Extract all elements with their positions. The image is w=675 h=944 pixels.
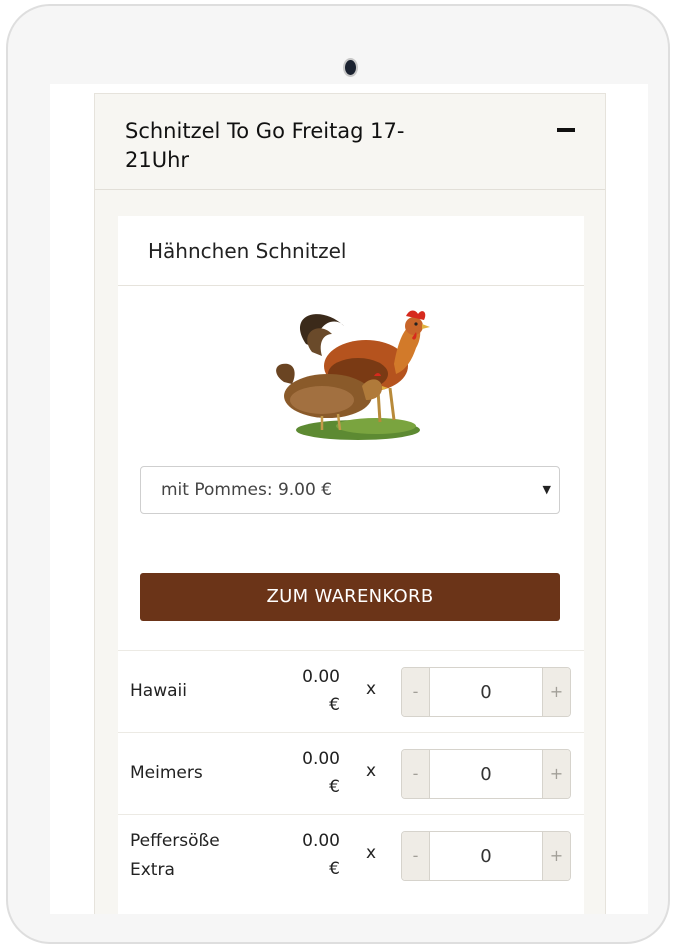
extra-price: 0.00 € xyxy=(302,749,340,797)
quantity-stepper: - + xyxy=(401,831,571,881)
increment-button[interactable]: + xyxy=(542,750,570,798)
product-image xyxy=(276,310,430,440)
increment-button[interactable]: + xyxy=(542,832,570,880)
extra-name: Meimers xyxy=(130,763,203,783)
decrement-button[interactable]: - xyxy=(402,750,430,798)
extra-name: Hawaii xyxy=(130,681,187,701)
option-select[interactable]: mit Pommes: 9.00 € ▼ xyxy=(140,466,560,514)
quantity-input[interactable] xyxy=(430,750,542,798)
product-header: Hähnchen Schnitzel xyxy=(118,216,584,286)
section-header[interactable]: Schnitzel To Go Freitag 17-21Uhr xyxy=(95,94,605,190)
minus-icon[interactable] xyxy=(557,128,575,132)
multiplier-label: x xyxy=(366,679,377,699)
screen: Schnitzel To Go Freitag 17-21Uhr Hähnche… xyxy=(50,84,648,914)
list-item: Hawaii 0.00 € x - + xyxy=(118,650,584,732)
list-item: Meimers 0.00 € x - + xyxy=(118,732,584,814)
extra-price: 0.00 € xyxy=(302,831,340,879)
quantity-input[interactable] xyxy=(430,832,542,880)
decrement-button[interactable]: - xyxy=(402,832,430,880)
increment-button[interactable]: + xyxy=(542,668,570,716)
tablet-frame: Schnitzel To Go Freitag 17-21Uhr Hähnche… xyxy=(6,4,670,944)
section-title: Schnitzel To Go Freitag 17-21Uhr xyxy=(125,119,405,172)
quantity-stepper: - + xyxy=(401,749,571,799)
multiplier-label: x xyxy=(366,761,377,781)
add-to-cart-button[interactable]: ZUM WARENKORB xyxy=(140,573,560,621)
list-item: Peffersöße Extra 0.00 € x - + xyxy=(118,814,584,896)
decrement-button[interactable]: - xyxy=(402,668,430,716)
multiplier-label: x xyxy=(366,843,377,863)
camera-icon xyxy=(343,58,358,77)
product-title: Hähnchen Schnitzel xyxy=(148,239,347,263)
caret-down-icon: ▼ xyxy=(542,483,551,496)
extra-name: Peffersöße Extra xyxy=(130,831,220,880)
menu-section-panel: Schnitzel To Go Freitag 17-21Uhr Hähnche… xyxy=(94,93,606,914)
option-select-value: mit Pommes: 9.00 € xyxy=(161,480,333,500)
extra-price: 0.00 € xyxy=(302,667,340,715)
extras-list: Hawaii 0.00 € x - + Meimers 0.00 € x xyxy=(118,650,584,896)
product-card: Hähnchen Schnitzel mit Pommes: 9.00 € ▼ … xyxy=(118,216,584,914)
quantity-stepper: - + xyxy=(401,667,571,717)
quantity-input[interactable] xyxy=(430,668,542,716)
